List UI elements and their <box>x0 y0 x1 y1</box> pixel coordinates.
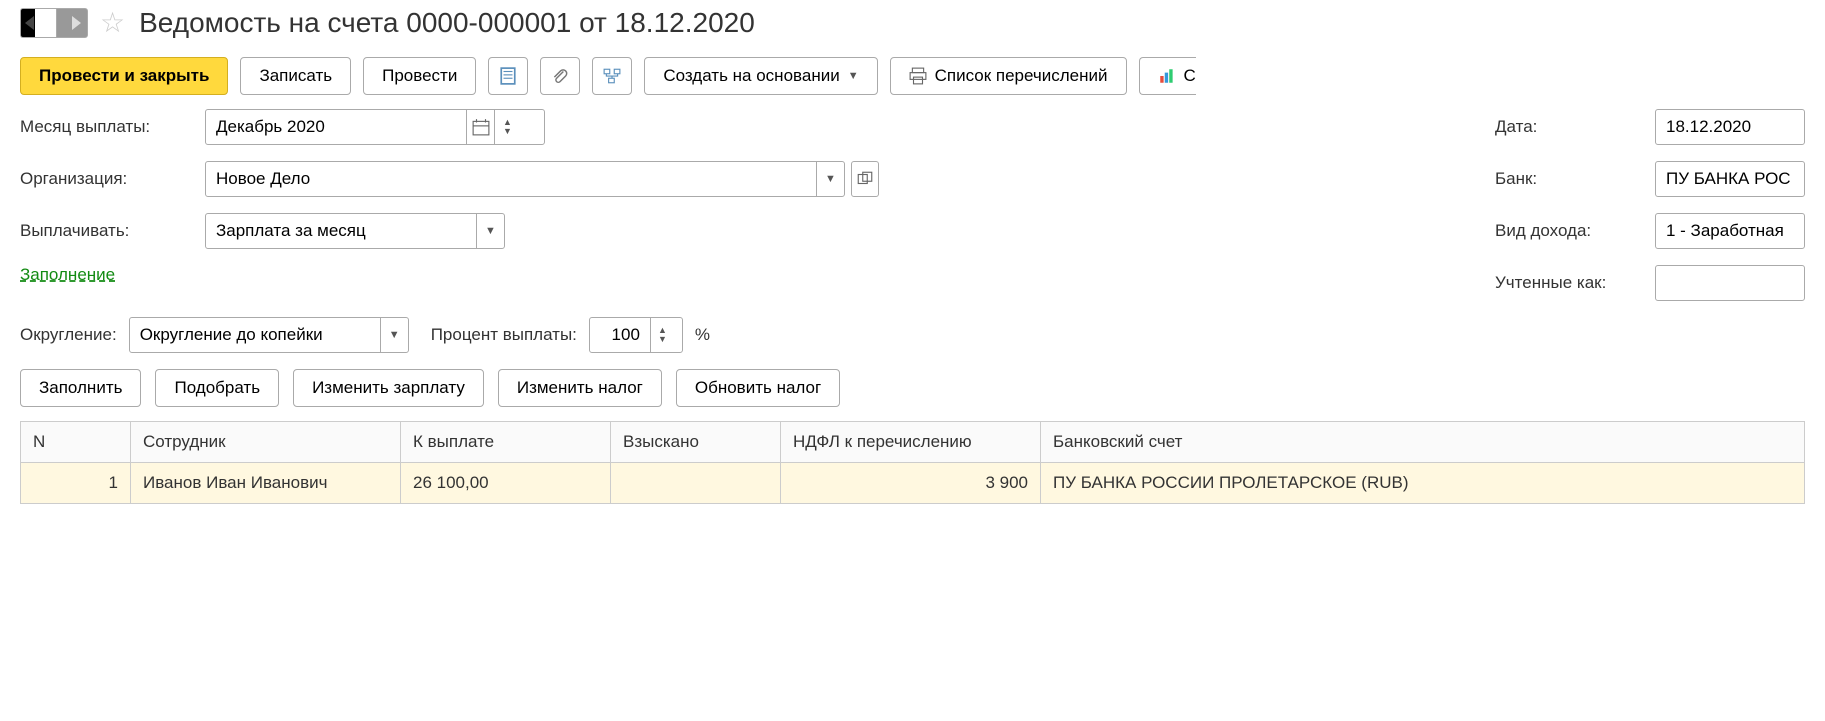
page-title: Ведомость на счета 0000-000001 от 18.12.… <box>139 7 755 39</box>
org-label: Организация: <box>20 169 205 189</box>
percent-input[interactable] <box>590 318 650 352</box>
income-type-input[interactable] <box>1656 214 1804 248</box>
percent-spin-down[interactable]: ▼ <box>658 335 667 344</box>
paperclip-icon <box>551 67 569 85</box>
cell-employee[interactable]: Иванов Иван Иванович <box>131 463 401 504</box>
create-based-label: Создать на основании <box>663 66 839 86</box>
percent-suffix: % <box>695 325 710 345</box>
document-icon-button[interactable] <box>488 57 528 95</box>
structure-icon <box>603 67 621 85</box>
calendar-icon <box>472 118 490 136</box>
create-based-on-button[interactable]: Создать на основании ▼ <box>644 57 877 95</box>
printer-icon <box>909 67 927 85</box>
rounding-label: Округление: <box>20 325 117 345</box>
attachment-icon-button[interactable] <box>540 57 580 95</box>
table-header-row: N Сотрудник К выплате Взыскано НДФЛ к пе… <box>21 422 1805 463</box>
fill-link[interactable]: Заполнение <box>20 265 115 285</box>
col-header-collected[interactable]: Взыскано <box>611 422 781 463</box>
transfer-list-label: Список перечислений <box>935 66 1108 86</box>
arrow-left-icon <box>25 16 34 30</box>
percent-label: Процент выплаты: <box>431 325 577 345</box>
month-input[interactable] <box>206 110 466 144</box>
nav-back-button[interactable] <box>20 8 56 38</box>
rounding-dropdown-button[interactable]: ▼ <box>380 318 408 352</box>
favorite-star-icon[interactable]: ☆ <box>100 6 125 39</box>
month-spin-down[interactable]: ▼ <box>503 127 512 136</box>
col-header-ndfl[interactable]: НДФЛ к перечислению <box>781 422 1041 463</box>
transfer-list-button[interactable]: Список перечислений <box>890 57 1127 95</box>
document-icon <box>499 67 517 85</box>
org-dropdown-button[interactable]: ▼ <box>816 162 844 196</box>
report-label: С <box>1184 66 1196 86</box>
nav-forward-button[interactable] <box>56 8 88 38</box>
chart-icon <box>1158 67 1176 85</box>
cell-n[interactable]: 1 <box>21 463 131 504</box>
pay-type-dropdown-button[interactable]: ▼ <box>476 214 504 248</box>
rounding-input[interactable] <box>130 318 380 352</box>
chevron-down-icon: ▼ <box>848 70 859 82</box>
pay-type-input[interactable] <box>206 214 476 248</box>
save-button[interactable]: Записать <box>240 57 351 95</box>
date-input[interactable] <box>1656 110 1804 144</box>
update-tax-button[interactable]: Обновить налог <box>676 369 840 407</box>
month-label: Месяц выплаты: <box>20 117 205 137</box>
structure-icon-button[interactable] <box>592 57 632 95</box>
date-label: Дата: <box>1495 117 1655 137</box>
col-header-n[interactable]: N <box>21 422 131 463</box>
cell-ndfl[interactable]: 3 900 <box>781 463 1041 504</box>
org-open-button[interactable] <box>851 161 879 197</box>
cell-to-pay[interactable]: 26 100,00 <box>401 463 611 504</box>
cell-collected[interactable] <box>611 463 781 504</box>
post-and-close-label: Провести и закрыть <box>39 66 209 86</box>
post-and-close-button[interactable]: Провести и закрыть <box>20 57 228 95</box>
org-input[interactable] <box>206 162 816 196</box>
bank-input[interactable] <box>1656 162 1804 196</box>
post-label: Провести <box>382 66 457 86</box>
table-row[interactable]: 1 Иванов Иван Иванович 26 100,00 3 900 П… <box>21 463 1805 504</box>
accounted-input[interactable] <box>1656 266 1804 300</box>
post-button[interactable]: Провести <box>363 57 476 95</box>
col-header-employee[interactable]: Сотрудник <box>131 422 401 463</box>
save-label: Записать <box>259 66 332 86</box>
bank-label: Банк: <box>1495 169 1655 189</box>
income-type-label: Вид дохода: <box>1495 221 1655 241</box>
edit-salary-button[interactable]: Изменить зарплату <box>293 369 484 407</box>
accounted-label: Учтенные как: <box>1495 273 1655 293</box>
fill-button[interactable]: Заполнить <box>20 369 141 407</box>
arrow-right-icon <box>72 16 81 30</box>
calendar-icon-button[interactable] <box>466 110 494 144</box>
col-header-to-pay[interactable]: К выплате <box>401 422 611 463</box>
pick-button[interactable]: Подобрать <box>155 369 279 407</box>
cell-bank[interactable]: ПУ БАНКА РОССИИ ПРОЛЕТАРСКОЕ (RUB) <box>1041 463 1805 504</box>
employee-table: N Сотрудник К выплате Взыскано НДФЛ к пе… <box>20 421 1805 504</box>
open-external-icon <box>856 170 874 188</box>
pay-label: Выплачивать: <box>20 221 205 241</box>
report-button-cutoff[interactable]: С <box>1139 57 1196 95</box>
col-header-bank[interactable]: Банковский счет <box>1041 422 1805 463</box>
edit-tax-button[interactable]: Изменить налог <box>498 369 662 407</box>
